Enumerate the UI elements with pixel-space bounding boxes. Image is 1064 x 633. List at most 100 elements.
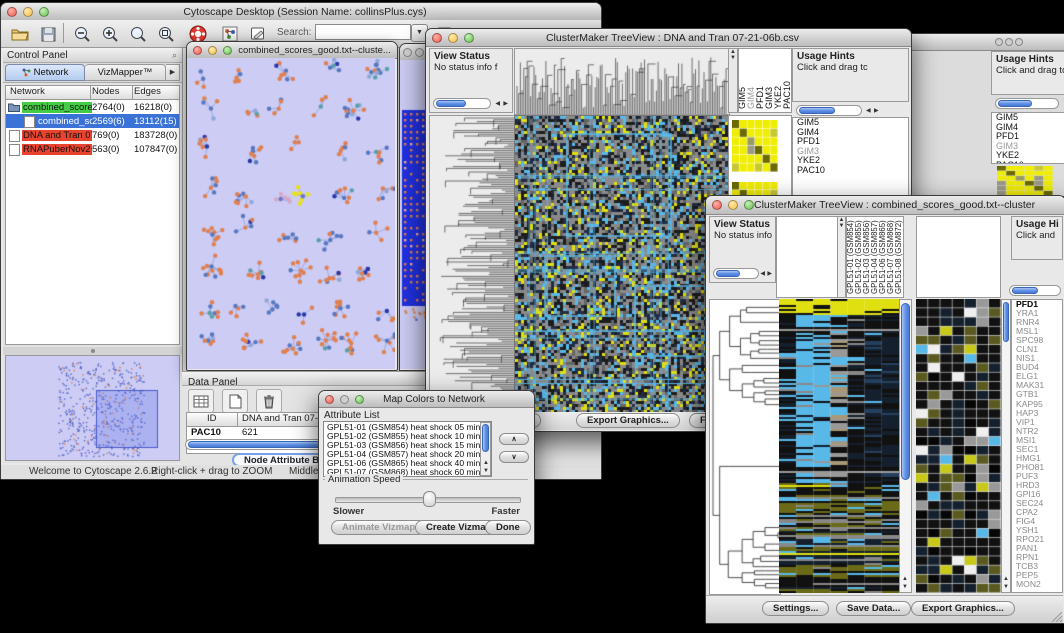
scroll-right-icon[interactable]: ▶	[874, 108, 879, 114]
panel-splitter[interactable]	[3, 347, 182, 355]
row-dendrogram[interactable]	[709, 299, 781, 595]
close-button[interactable]	[432, 33, 442, 43]
gene-label[interactable]: MON2	[1012, 580, 1062, 589]
minimize-button[interactable]	[448, 33, 458, 43]
treeview-dna-titlebar[interactable]: ClusterMaker TreeView : DNA and Tran 07-…	[426, 29, 911, 47]
network-row-combined-scores[interactable]: combined_scores 2764(0) 16218(0)	[6, 100, 179, 114]
minimize-button[interactable]	[23, 7, 33, 17]
scroll-right-icon[interactable]: ▶	[503, 101, 508, 107]
attribute-list-vscrollbar[interactable]: ▲ ▼	[480, 422, 491, 476]
network-view-titlebar[interactable]: combined_scores_good.txt--cluste...	[187, 42, 397, 59]
scroll-left-icon[interactable]: ◀	[495, 101, 500, 107]
delete-attribute-button[interactable]	[256, 389, 282, 413]
close-button[interactable]	[403, 48, 412, 57]
minimize-button[interactable]	[208, 46, 217, 55]
resize-grip[interactable]	[1052, 612, 1062, 622]
zoom-selected-button[interactable]	[153, 22, 179, 46]
network-tab-label: Network	[34, 67, 69, 78]
dialog-titlebar[interactable]: Map Colors to Network	[319, 391, 534, 408]
zoom-in-button[interactable]	[97, 22, 123, 46]
zoom-window-button[interactable]	[464, 33, 474, 43]
main-heatmap[interactable]	[514, 115, 730, 414]
network-overview-thumbnail[interactable]	[5, 355, 180, 461]
close-button[interactable]	[995, 38, 1003, 46]
treeview-combined-titlebar[interactable]: ClusterMaker TreeView : combined_scores_…	[706, 196, 1064, 215]
column-label[interactable]: PAC10	[782, 81, 792, 109]
column-label[interactable]: GPL51-08 (GSM872)	[894, 220, 903, 294]
tab-vizmapper[interactable]: VizMapper™	[85, 64, 166, 81]
tab-overflow-button[interactable]: ▶	[166, 64, 180, 81]
save-button[interactable]	[35, 22, 61, 46]
scroll-down-icon[interactable]: ▼	[483, 468, 489, 474]
save-data-button[interactable]: Save Data...	[836, 601, 911, 616]
close-button[interactable]	[712, 200, 722, 210]
float-panel-icon[interactable]: ⌕	[172, 50, 182, 61]
tab-network[interactable]: Network	[5, 64, 85, 81]
scroll-left-icon[interactable]: ◀	[760, 271, 765, 277]
scroll-left-icon[interactable]: ◀	[866, 108, 871, 114]
data-column-id[interactable]: ID	[207, 413, 217, 424]
file-icon	[9, 144, 20, 156]
select-attributes-button[interactable]	[188, 389, 214, 413]
new-attribute-button[interactable]	[222, 389, 248, 413]
scroll-up-icon[interactable]: ▲	[483, 460, 489, 466]
heatmap-vscrollbar[interactable]: ▲ ▼	[899, 299, 912, 593]
column-dendrogram[interactable]	[514, 48, 730, 115]
minimize-button[interactable]	[340, 395, 349, 404]
minimize-button[interactable]	[415, 48, 424, 57]
zoom-fit-button[interactable]	[125, 22, 151, 46]
scroll-right-icon[interactable]: ▶	[767, 271, 772, 277]
scroll-down-icon[interactable]: ▼	[729, 55, 737, 61]
animate-vizmap-button[interactable]: Animate Vizmap	[331, 520, 426, 535]
gene-list-vscrollbar[interactable]: ▲ ▼	[1001, 299, 1011, 593]
network-canvas[interactable]	[187, 58, 395, 369]
minimize-button[interactable]	[1005, 38, 1013, 46]
gene-label[interactable]: PAC10	[992, 161, 1064, 164]
main-titlebar[interactable]: Cytoscape Desktop (Session Name: collins…	[1, 3, 601, 21]
scroll-down-icon[interactable]: ▼	[902, 584, 908, 590]
zoom-window-button[interactable]	[223, 46, 232, 55]
open-file-button[interactable]	[7, 22, 33, 46]
close-button[interactable]	[193, 46, 202, 55]
scroll-up-icon[interactable]: ▲	[1003, 576, 1009, 582]
network-view-window: combined_scores_good.txt--cluste...	[186, 41, 398, 371]
done-button[interactable]: Done	[485, 520, 531, 535]
close-button[interactable]	[7, 7, 17, 17]
column-header-edges[interactable]: Edges	[134, 86, 161, 97]
gene-list-hscrollbar[interactable]	[1009, 285, 1061, 296]
network-row-dna-tran[interactable]: DNA and Tran 07 769(0) 183728(0)	[6, 128, 179, 142]
search-input[interactable]	[315, 24, 411, 40]
zoom-window-button[interactable]	[1015, 38, 1023, 46]
row-dendrogram[interactable]	[429, 115, 515, 414]
zoom-heatmap[interactable]	[916, 299, 1001, 593]
view-status-hscrollbar[interactable]	[433, 98, 491, 109]
minimize-button[interactable]	[728, 200, 738, 210]
gene-label[interactable]: PAC10	[793, 166, 908, 176]
treeview-back-window[interactable]: Usage Hints Click and drag to GIM5GIM4PF…	[910, 33, 1064, 197]
zoom-out-button[interactable]	[69, 22, 95, 46]
faster-label: Faster	[491, 506, 520, 517]
network-row-combined-sco-selected[interactable]: combined_sco 2569(6) 13112(15)	[6, 114, 179, 128]
scroll-down-icon[interactable]: ▼	[1003, 584, 1009, 590]
usage-hscrollbar[interactable]	[796, 105, 862, 116]
export-graphics-button[interactable]: Export Graphics...	[911, 601, 1015, 616]
move-down-button[interactable]: ∨	[499, 451, 529, 463]
zoom-window-button[interactable]	[355, 395, 364, 404]
back-hscrollbar[interactable]	[995, 98, 1059, 109]
scroll-up-icon[interactable]: ▲	[902, 576, 908, 582]
scroll-down-icon[interactable]: ▼	[838, 223, 845, 229]
treeview-back-titlebar[interactable]	[911, 34, 1064, 51]
close-button[interactable]	[325, 395, 334, 404]
view-status-hscrollbar[interactable]	[713, 268, 759, 279]
zoom-window-button[interactable]	[744, 200, 754, 210]
zoom-heatmap	[732, 120, 778, 172]
zoom-window-button[interactable]	[39, 7, 49, 17]
settings-button[interactable]: Settings...	[762, 601, 829, 616]
move-up-button[interactable]: ∧	[499, 433, 529, 445]
column-header-nodes[interactable]: Nodes	[92, 86, 119, 97]
export-graphics-button[interactable]: Export Graphics...	[576, 413, 680, 428]
speed-slider-thumb[interactable]	[423, 491, 436, 507]
column-header-network[interactable]: Network	[10, 86, 45, 97]
network-row-rnapuber[interactable]: RNAPuberNov2+ 563(0) 107847(0)	[6, 142, 179, 156]
main-heatmap[interactable]	[779, 299, 899, 593]
